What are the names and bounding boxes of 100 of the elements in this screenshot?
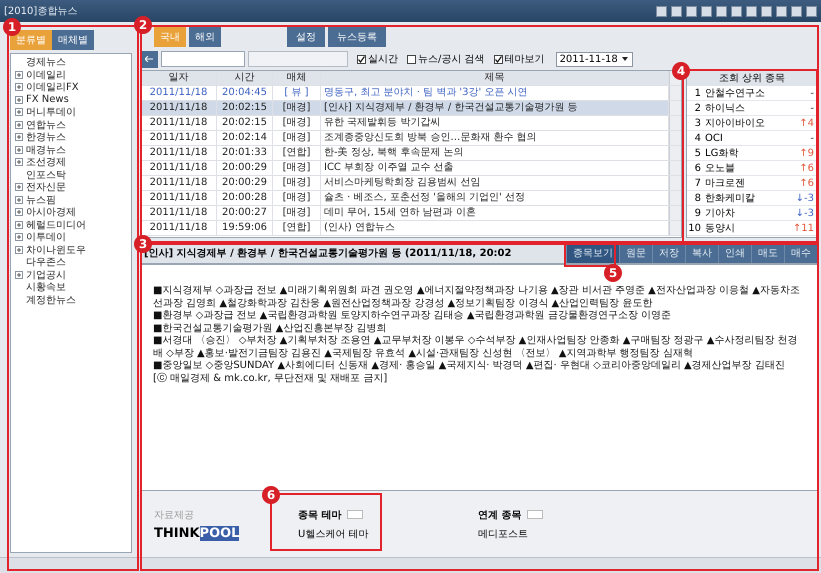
related-heading: 종목 테마 [298, 508, 342, 522]
tree-item[interactable]: 머니투데이 [26, 105, 76, 120]
column-header[interactable]: 시간 [217, 71, 273, 85]
news-row[interactable]: 2011/11/18 20:00:29 [매경] 서비스마케팅학회장 김용범씨 선임 [141, 176, 681, 191]
toolbar-icon[interactable] [686, 6, 697, 16]
news-row[interactable]: 2011/11/18 20:01:33 [연합] 한-美 정상, 북핵 후속문제 논의 [141, 146, 681, 161]
article-button[interactable]: 인쇄 [718, 243, 751, 263]
toolbar-icon[interactable] [791, 6, 802, 16]
tree-item[interactable]: 헤럴드미디어 [26, 218, 86, 232]
article-paragraph: ■환경부 ◇과장급 전보 ▲국립환경과학원 토양지하수연구과장 김태승 ▲국립환경과학원 금강물환경연구소장 이영준 [153, 310, 672, 322]
tree-item[interactable]: 시황속보 [26, 280, 66, 294]
sidebar-tab[interactable]: 매체별 [52, 30, 94, 50]
news-row[interactable]: 2011/11/18 20:00:29 [매경] ICC 부회장 이주열 교수 선출 [141, 161, 681, 176]
ranking-row[interactable]: 3 지아이바이오 ↑4 [687, 116, 817, 131]
expand-icon[interactable] [15, 220, 23, 229]
toolbar-icon[interactable] [716, 6, 727, 16]
expand-icon[interactable] [15, 108, 23, 116]
expand-icon[interactable] [15, 233, 23, 242]
news-row[interactable]: 2011/11/18 20:02:15 [매경] 유한 국제발휘등 박기갑씨 [141, 116, 681, 131]
news-row[interactable]: 2011/11/18 20:04:45 [ 뷰 ] 명동구, 최고 분야치 · 팀 벽과 '3강' 오픈 시연 [141, 86, 681, 101]
tree-item[interactable]: FX News [26, 94, 69, 106]
tree-item[interactable]: 인포스탁 [26, 168, 66, 182]
option-checkbox[interactable]: 테마보기 [494, 52, 545, 66]
news-row[interactable]: 2011/11/18 20:00:28 [매경] 슐츠 · 베조스, 포춘선정 '올해의 기업인' 선정 [141, 191, 681, 206]
article-paragraph: ■서경대 〈승진〉 ◇부처장 ▲기획부처장 조용연 ▲교무부처장 이봉우 ◇수석부장 ▲인재사업팀장 안종화 ▲구매팀장 정광구 ▲수사정리팀장 천경배 ◇부장 ▲홍보·발전기금팀장 김용진 ▲국제팀장 유효석 ▲시설·관재팀장 신성현 〈전보〉 ▲지역과학부 행정팀장 심재혁 [153, 335, 799, 360]
tree-item[interactable]: 차이나윈도우 [26, 242, 86, 257]
article-paragraph: ■한국건설교통기술평가원 ▲산업진흥본부장 김병희 [153, 322, 388, 335]
tree-item[interactable]: 연합뉴스 [26, 118, 66, 132]
search-field[interactable] [248, 51, 348, 67]
column-header[interactable]: 일자 [141, 71, 217, 85]
article-paragraph: [ⓒ 매일경제 & mk.co.kr, 무단전재 및 재배포 금지] [153, 372, 388, 385]
expand-icon[interactable] [15, 196, 23, 204]
toolbar-button[interactable]: 설정 [287, 27, 325, 47]
check-icon [358, 56, 365, 62]
tree-item[interactable]: 조선경제 [26, 155, 66, 170]
ranking-row[interactable]: 7 마크로젠 ↑6 [687, 176, 817, 191]
option-checkbox[interactable]: 뉴스/공시 검색 [407, 52, 485, 66]
article-button[interactable]: 매도 [751, 243, 784, 263]
related-heading: 연계 종목 [478, 508, 522, 522]
ranking-row[interactable]: 6 오노블 ↑6 [687, 161, 817, 176]
article-button[interactable]: 원문 [619, 243, 652, 263]
tree-item[interactable]: 아시아경제 [26, 205, 76, 220]
ranking-row[interactable]: 10 동양시 ↑11 [687, 221, 817, 236]
callout-number: 4 [672, 62, 690, 80]
toolbar-icon[interactable] [776, 6, 787, 16]
tree-item[interactable]: 전자신문 [26, 180, 66, 194]
source-tab[interactable]: 해외 [189, 27, 221, 47]
related-link[interactable]: 메디포스트 [478, 526, 602, 540]
news-row[interactable]: 2011/11/18 20:00:27 [매경] 데미 무어, 15세 연하 남편과 이혼 [141, 206, 681, 221]
news-row[interactable]: 2011/11/18 20:02:14 [매경] 조계종중앙신도회 방북 승인…문화재 환수 협의 [141, 131, 681, 146]
tree-item[interactable]: 매경뉴스 [26, 142, 66, 157]
expand-icon[interactable] [15, 133, 23, 142]
ranking-row[interactable]: 8 한화케미칼 ↓-3 [687, 191, 817, 206]
toolbar-button[interactable]: 뉴스등록 [328, 27, 386, 47]
column-header[interactable]: 매체 [273, 71, 321, 85]
article-button[interactable]: 저장 [652, 243, 685, 263]
tree-item[interactable]: 경제뉴스 [26, 55, 66, 70]
tree-item[interactable]: 계정한뉴스 [26, 292, 76, 307]
expand-icon[interactable] [15, 83, 23, 92]
ranking-row[interactable]: 1 안철수연구소 - [687, 86, 817, 101]
toolbar-icon[interactable] [806, 6, 817, 16]
tree-item[interactable]: 기업공시 [26, 268, 66, 282]
option-checkbox[interactable]: 실시간 [357, 52, 398, 66]
ranking-row[interactable]: 4 OCI - [687, 131, 817, 146]
tree-item[interactable]: 뉴스핌 [26, 192, 56, 207]
toolbar-icon[interactable] [671, 6, 682, 16]
expand-icon[interactable] [15, 208, 23, 216]
toolbar-icon[interactable] [746, 6, 757, 16]
expand-icon[interactable] [15, 246, 23, 254]
toolbar-icon[interactable] [701, 6, 712, 16]
tree-item[interactable]: 한경뉴스 [26, 130, 66, 144]
news-row[interactable]: 2011/11/18 19:59:06 [연합] (인사) 연합뉴스 [141, 221, 681, 236]
toolbar-icon[interactable] [656, 6, 667, 16]
article-button[interactable]: 복사 [685, 243, 718, 263]
ranking-row[interactable]: 2 하이닉스 - [687, 101, 817, 116]
toolbar-icon[interactable] [731, 6, 742, 16]
date-dropdown[interactable]: 2011-11-18 [556, 52, 633, 66]
news-row[interactable]: 2011/11/18 20:02:15 [매경] [인사] 지식경제부 / 환경부 / 한국건설교통기술평가원 등 [141, 101, 681, 116]
expand-icon[interactable] [15, 183, 23, 192]
tree-item[interactable]: 다우존스 [26, 255, 66, 270]
article-button[interactable]: 매수 [784, 243, 817, 263]
expand-icon[interactable] [15, 270, 23, 279]
ranking-row[interactable]: 9 기아차 ↓-3 [687, 206, 817, 221]
tree-item[interactable]: 이데일리 [26, 68, 66, 82]
tree-item[interactable]: 이데일리FX [26, 80, 79, 94]
article-paragraph: ■중앙일보 ◇중앙SUNDAY ▲사회에디터 신동재 ▲경제· 홍승일 ▲국제지식· 박경덕 ▲편집· 우현대 ◇코리아중앙데일리 ▲경제산업부장 김태진 [153, 360, 786, 372]
toolbar-icon[interactable] [761, 6, 772, 16]
ranking-row[interactable]: 5 LG화학 ↑9 [687, 146, 817, 161]
expand-icon[interactable] [15, 120, 23, 129]
expand-icon[interactable] [15, 70, 23, 79]
expand-icon[interactable] [15, 158, 23, 166]
arrow-icon [145, 56, 153, 62]
expand-icon[interactable] [15, 96, 23, 104]
expand-icon[interactable] [15, 146, 23, 154]
provider-label: 자료제공 [154, 508, 195, 522]
tree-item[interactable]: 이투데이 [26, 230, 66, 244]
ranking-title: 조회 상위 종목 [687, 71, 817, 86]
related-link[interactable]: U헬스케어 테마 [298, 526, 422, 540]
window-title: [2010]종합뉴스 [4, 5, 78, 18]
callout-number: 2 [134, 16, 152, 34]
